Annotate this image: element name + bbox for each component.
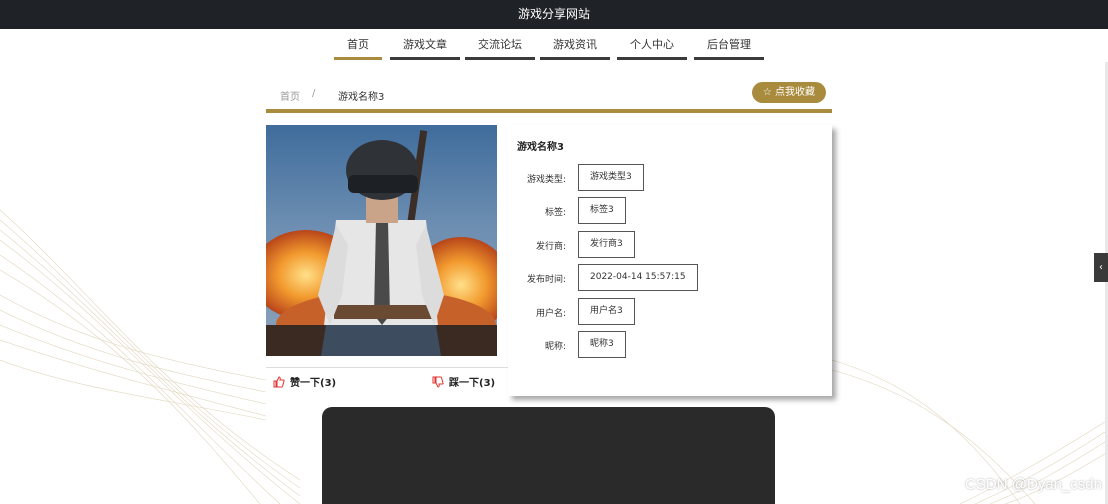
info-row-username: 用户名: 用户名3 [508,298,832,325]
nav-item-forum[interactable]: 交流论坛 [465,29,535,62]
info-value-username: 用户名3 [578,298,635,325]
game-cover-illustration [266,125,497,356]
chevron-left-icon: ‹ [1099,262,1103,273]
content-panel [322,407,775,504]
info-value-nickname: 昵称3 [578,331,626,358]
info-row-nickname: 昵称: 昵称3 [508,331,832,358]
nav-item-label: 后台管理 [707,38,751,51]
info-label: 昵称: [544,342,566,352]
like-count-label: 赞一下(3) [290,378,337,389]
nav-item-label: 交流论坛 [478,38,522,51]
info-value-release-time: 2022-04-14 15:57:15 [578,264,698,291]
game-cover-image [266,125,497,356]
breadcrumb-home-link[interactable]: 首页 [280,88,300,103]
info-label: 发布时间: [526,275,566,285]
info-label: 游戏类型: [526,175,566,185]
breadcrumb: 首页 / 游戏名称3 ☆ 点我收藏 [266,79,832,111]
site-title: 游戏分享网站 [517,7,590,21]
nav-item-articles[interactable]: 游戏文章 [390,29,460,62]
nav-item-label: 游戏文章 [403,38,447,51]
breadcrumb-underline [266,109,832,113]
info-row-type: 游戏类型: 游戏类型3 [508,164,832,191]
nav-item-news[interactable]: 游戏资讯 [540,29,610,62]
nav-bar [465,57,535,60]
watermark: CSDN @Dyan_csdn [965,476,1102,493]
info-label: 发行商: [535,242,566,252]
thumbs-down-icon [432,376,444,388]
like-button[interactable]: 赞一下(3) [273,374,336,389]
side-panel-toggle[interactable]: ‹ [1094,253,1108,282]
breadcrumb-separator: / [312,88,316,99]
info-row-tag: 标签: 标签3 [508,197,832,224]
site-header: 游戏分享网站 [0,0,1108,29]
nav-bar [694,57,764,60]
nav-item-profile[interactable]: 个人中心 [617,29,687,62]
dislike-button[interactable]: 踩一下(3) [432,374,495,389]
info-row-publisher: 发行商: 发行商3 [508,231,832,258]
nav-item-admin[interactable]: 后台管理 [694,29,764,62]
nav-item-label: 个人中心 [630,38,674,51]
info-value-publisher: 发行商3 [578,231,635,258]
favorite-button[interactable]: ☆ 点我收藏 [751,82,826,103]
nav-bar [617,57,687,60]
main-nav: 首页 游戏文章 交流论坛 游戏资讯 个人中心 后台管理 [0,29,1108,62]
nav-item-home[interactable]: 首页 [334,29,382,62]
nav-active-bar [334,57,382,60]
thumbs-up-icon [273,375,285,387]
nav-item-label: 游戏资讯 [553,38,597,51]
info-row-release-time: 发布时间: 2022-04-14 15:57:15 [508,264,832,291]
info-label: 用户名: [535,309,566,319]
nav-bar [390,57,460,60]
game-name: 游戏名称3 [517,142,564,153]
breadcrumb-current: 游戏名称3 [338,92,385,103]
game-info-card: 游戏名称3 游戏类型: 游戏类型3 标签: 标签3 发行商: 发行商3 发布时间… [508,125,832,396]
info-value-tag: 标签3 [578,197,626,224]
vote-bar: 赞一下(3) 踩一下(3) [266,367,508,394]
nav-bar [540,57,610,60]
info-label: 标签: [544,208,566,218]
dislike-count-label: 踩一下(3) [449,378,496,389]
info-value-type: 游戏类型3 [578,164,644,191]
nav-item-label: 首页 [347,38,369,51]
